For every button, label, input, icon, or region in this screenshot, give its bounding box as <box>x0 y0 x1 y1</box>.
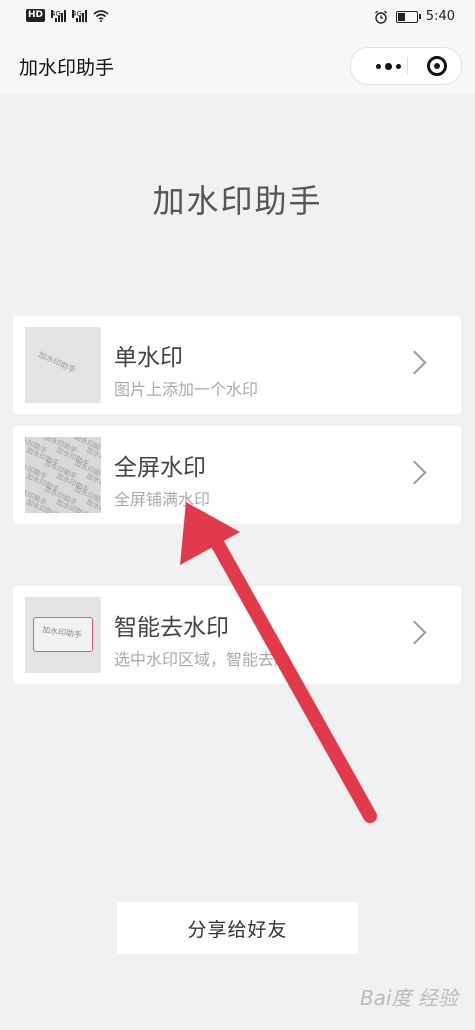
signal-icon-2: 4G <box>72 9 88 22</box>
remove-watermark-card[interactable]: 加水印助手 智能去水印 选中水印区域，智能去除 <box>13 586 461 684</box>
capsule-divider <box>407 57 408 75</box>
thumb-watermark-text: 加水印助手 <box>41 625 83 640</box>
card-title: 单水印 <box>114 345 183 371</box>
status-right: 5:40 <box>374 9 455 24</box>
signal-icon-1: 4G <box>51 9 67 22</box>
page-title: 加水印助手 <box>152 182 323 220</box>
chevron-right-icon <box>402 460 427 485</box>
nav-title: 加水印助手 <box>19 57 115 79</box>
single-watermark-thumb: 加水印助手 <box>25 327 101 403</box>
alarm-icon <box>374 10 387 24</box>
selection-box: 加水印助手 <box>33 617 93 652</box>
remove-watermark-thumb: 加水印助手 <box>25 597 101 673</box>
card-subtitle: 选中水印区域，智能去除 <box>114 650 291 669</box>
fullscreen-watermark-thumb: 加水印助手 加水印助手 加水印助手 加水印助手 加水印助手 加水印助手 加水印助手 加水印助手… <box>25 437 101 513</box>
status-left: HD 4G 4G <box>26 9 109 22</box>
thumb-watermark-text: 加水印助手 <box>36 349 78 376</box>
card-subtitle: 全屏铺满水印 <box>114 490 211 509</box>
network-type-1: 4G <box>51 9 61 18</box>
battery-icon <box>395 10 421 23</box>
clock: 5:40 <box>425 9 455 24</box>
card-title: 智能去水印 <box>114 615 229 641</box>
baidu-jingyan-logo: Bai度 经验 <box>360 986 458 1010</box>
more-dots-icon[interactable] <box>371 48 405 84</box>
card-title: 全屏水印 <box>114 455 206 481</box>
status-bar: HD 4G 4G 5:40 <box>0 0 475 36</box>
mini-program-capsule <box>350 47 462 85</box>
fullscreen-watermark-card[interactable]: 加水印助手 加水印助手 加水印助手 加水印助手 加水印助手 加水印助手 加水印助手 加水印助手… <box>13 426 461 524</box>
chevron-right-icon <box>402 620 427 645</box>
single-watermark-card[interactable]: 加水印助手 单水印 图片上添加一个水印 <box>13 316 461 414</box>
target-close-icon[interactable] <box>427 56 447 76</box>
chevron-right-icon <box>402 350 427 375</box>
network-type-2: 4G <box>72 9 82 18</box>
share-to-friends-button[interactable]: 分享给好友 <box>117 902 358 954</box>
hd-badge: HD <box>26 9 46 22</box>
wifi-icon <box>93 9 109 22</box>
nav-bar: 加水印助手 <box>0 36 475 94</box>
card-subtitle: 图片上添加一个水印 <box>114 380 259 399</box>
